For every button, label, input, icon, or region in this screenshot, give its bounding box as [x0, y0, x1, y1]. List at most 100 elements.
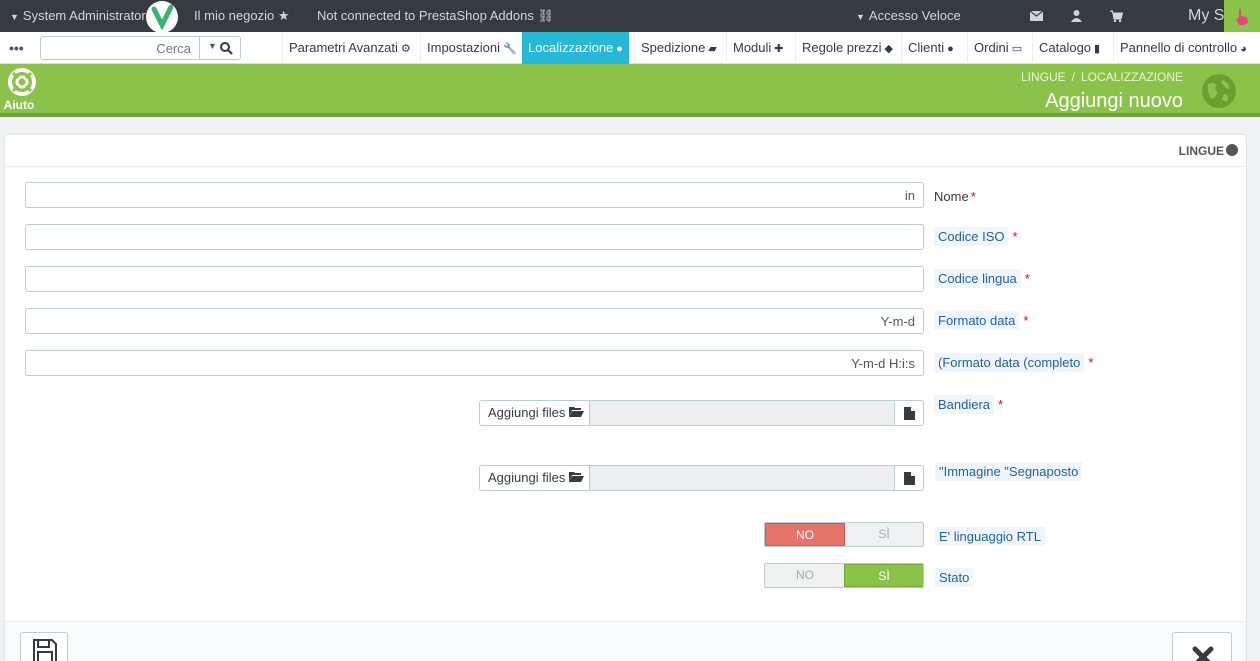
globe-icon: ●: [616, 43, 623, 55]
rtl-no-option[interactable]: NO: [765, 523, 845, 546]
tab-ordini[interactable]: Ordini ▭: [967, 32, 1028, 64]
prestashop-logo[interactable]: [146, 1, 178, 33]
admin-menu[interactable]: ▼ System Administrator: [10, 0, 146, 32]
iso-code-label-text[interactable]: Codice ISO: [934, 227, 1009, 246]
unlink-icon: ⛓: [537, 8, 554, 23]
date-format-label-text[interactable]: Formato data: [934, 311, 1020, 330]
nav-label: Catalogo: [1039, 40, 1092, 55]
flag-label-text[interactable]: Bandiera: [934, 395, 995, 414]
cart-icon[interactable]: [1110, 0, 1124, 32]
file-icon: [904, 407, 915, 420]
nav-label: Parametri Avanzati: [289, 40, 398, 55]
menu-dots-icon[interactable]: •••: [9, 32, 24, 64]
star-icon: ★: [277, 8, 290, 23]
status-label[interactable]: Stato: [935, 568, 974, 587]
nav-label: Pannello di controllo: [1120, 40, 1238, 55]
tab-localizzazione[interactable]: Localizzazione ●: [522, 32, 629, 64]
iso-code-input[interactable]: [25, 224, 924, 250]
rtl-label[interactable]: E' linguaggio RTL: [935, 527, 1045, 546]
panel-heading: LINGUE: [5, 135, 1246, 167]
breadcrumb-localizzazione[interactable]: LOCALIZZAZIONE: [1081, 70, 1183, 84]
language-code-label-text[interactable]: Codice lingua: [934, 269, 1021, 288]
tab-parametri-avanzati[interactable]: Parametri Avanzati ⚙: [282, 32, 417, 64]
users-icon: ●: [947, 43, 954, 55]
user-icon[interactable]: [1071, 0, 1083, 32]
tab-impostazioni[interactable]: Impostazioni 🔧: [420, 32, 523, 64]
envelope-icon[interactable]: [1029, 0, 1044, 32]
full-date-format-input[interactable]: [25, 350, 924, 376]
date-format-input[interactable]: [25, 308, 924, 334]
breadcrumb-lingue[interactable]: LINGUE: [1021, 70, 1066, 84]
life-ring-icon: [8, 68, 36, 96]
top-bar: ▼ System Administrator Il mio negozio ★ N…: [0, 0, 1260, 33]
page-header: Aiuto LINGUE / LOCALIZZAZIONE Aggiungi nuo…: [0, 64, 1260, 117]
globe-icon: [1226, 144, 1238, 156]
my-store-link[interactable]: My S: [1188, 0, 1224, 32]
full-date-format-label: (Formato data (completo *: [934, 353, 1094, 372]
flag-label: Bandiera *: [934, 395, 1004, 414]
shop-link[interactable]: Il mio negozio ★: [194, 0, 290, 32]
tab-moduli[interactable]: Moduli ✚: [726, 32, 790, 64]
save-button[interactable]: [20, 632, 68, 661]
tab-regole-prezzi[interactable]: Regole prezzi ◆: [795, 32, 899, 64]
close-icon: [1192, 646, 1214, 661]
quick-access-menu[interactable]: ▼ Accesso Veloce: [856, 0, 961, 32]
name-input[interactable]: [25, 182, 924, 208]
nav-label: Clienti: [908, 40, 945, 55]
nav-label: Spedizione: [641, 40, 706, 55]
status-no-option[interactable]: NO: [765, 564, 845, 587]
dashboard-icon: ◕: [1240, 43, 1247, 55]
flag-file-path: [590, 400, 895, 426]
search-input[interactable]: [40, 36, 200, 60]
required-mark: *: [970, 189, 976, 204]
search-button[interactable]: ▼: [199, 36, 241, 60]
required-mark: *: [998, 397, 1004, 412]
shop-label: Il mio negozio: [194, 8, 275, 23]
status-yes-option[interactable]: SÌ: [844, 564, 923, 587]
tab-pannello-di-controllo[interactable]: Pannello di controllo ◕: [1113, 32, 1253, 64]
rtl-switch[interactable]: NO SÌ: [764, 522, 924, 547]
nav-label: Ordini: [974, 40, 1009, 55]
nav-label: Regole prezzi: [802, 40, 882, 55]
rtl-yes-option[interactable]: SÌ: [844, 523, 923, 546]
tab-catalogo[interactable]: Catalogo ▮: [1032, 32, 1106, 64]
truck-icon: ▰: [708, 43, 717, 55]
nav-label: Localizzazione: [528, 40, 614, 55]
flag-add-files-button[interactable]: Aggiungi files: [479, 400, 590, 426]
required-mark: *: [1024, 271, 1030, 286]
placeholder-file-button[interactable]: [894, 465, 924, 491]
store-button[interactable]: [1224, 0, 1260, 32]
tags-icon: ◆: [884, 43, 893, 55]
tab-clienti[interactable]: Clienti ●: [901, 32, 960, 64]
status-switch[interactable]: NO SÌ: [764, 563, 924, 588]
language-code-input[interactable]: [25, 266, 924, 292]
iso-code-label: Codice ISO *: [934, 227, 1018, 246]
name-label-text: Nome: [934, 189, 969, 204]
help-label: Aiuto: [3, 98, 35, 112]
placeholder-add-files-button[interactable]: Aggiungi files: [479, 465, 590, 491]
tab-spedizione[interactable]: Spedizione ▰: [634, 32, 723, 64]
caret-down-icon: ▼: [10, 12, 19, 22]
addons-label: Not connected to PrestaShop Addons: [317, 8, 534, 23]
placeholder-image-label[interactable]: "Immagine "Segnaposto: [935, 462, 1083, 481]
main-nav: ••• ▼ Parametri Avanzati⚙ Impostazioni🔧 …: [0, 32, 1260, 64]
required-mark: *: [1088, 355, 1094, 370]
page-title: Aggiungi nuovo: [1045, 90, 1183, 112]
date-format-label: Formato data *: [934, 311, 1029, 330]
breadcrumb: LINGUE / LOCALIZZAZIONE: [1021, 70, 1183, 84]
addons-link[interactable]: Not connected to PrestaShop Addons ⛓: [317, 0, 554, 32]
cancel-button[interactable]: [1172, 632, 1232, 661]
full-date-format-label-text[interactable]: (Formato data (completo: [934, 353, 1085, 372]
help-button[interactable]: Aiuto: [4, 68, 38, 112]
folder-open-icon: [569, 466, 585, 490]
flag-file-button[interactable]: [894, 400, 924, 426]
panel-heading-label: LINGUE: [1179, 144, 1238, 158]
add-files-label: Aggiungi files: [488, 470, 566, 485]
cogs-icon: ⚙: [400, 43, 411, 55]
search-icon: [220, 42, 233, 55]
pointer-hand-icon: [1236, 9, 1248, 25]
floppy-disk-icon: [33, 639, 57, 661]
required-mark: *: [1023, 313, 1029, 328]
book-icon: ▮: [1094, 43, 1101, 55]
form-panel: LINGUE Nome* Codice ISO* Codice lingua* …: [4, 134, 1247, 661]
